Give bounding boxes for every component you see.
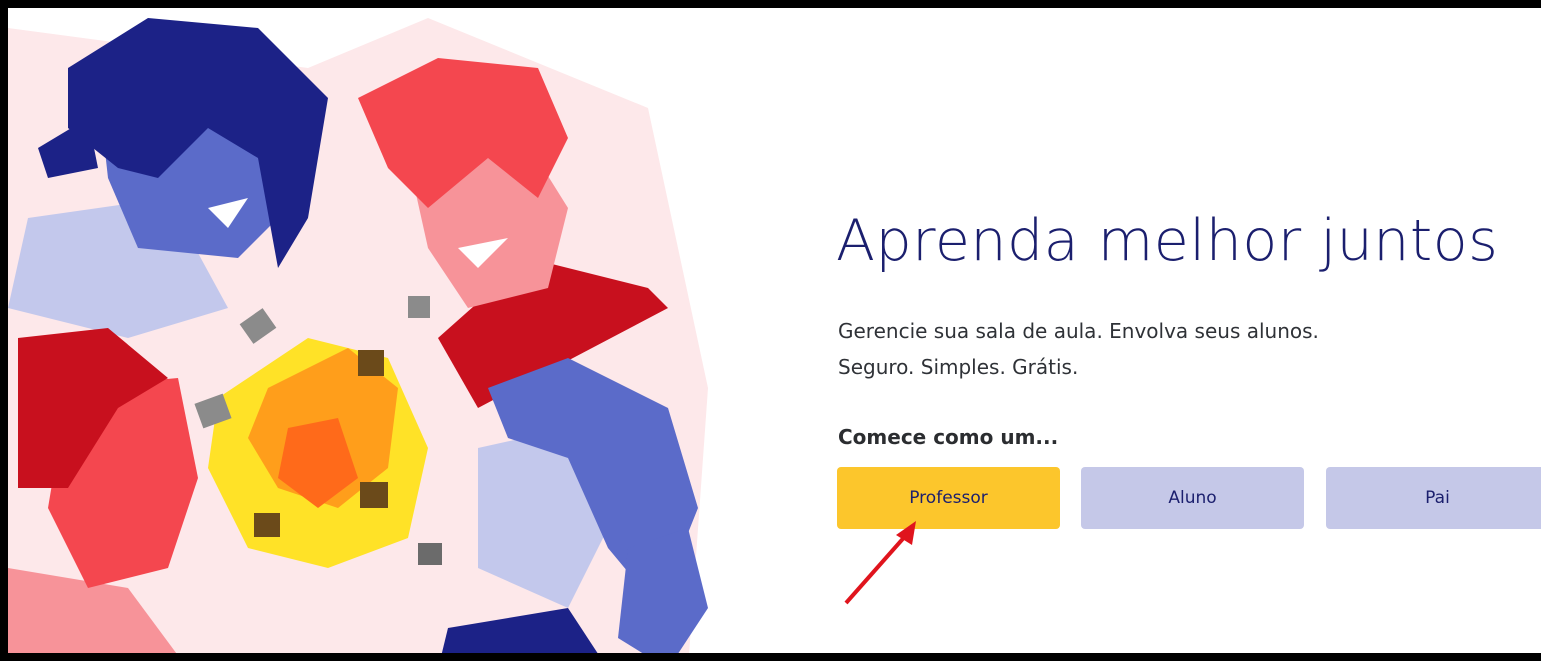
parent-button[interactable]: Pai — [1326, 467, 1541, 529]
page-title: Aprenda melhor juntos — [836, 208, 1499, 274]
tagline-line-1: Gerencie sua sala de aula. Envolva seus … — [838, 319, 1319, 343]
hero-illustration — [8, 18, 708, 653]
tagline-line-2: Seguro. Simples. Grátis. — [838, 355, 1079, 379]
page-frame: Aprenda melhor juntos Gerencie sua sala … — [0, 0, 1541, 661]
red-arrow-icon — [844, 521, 916, 605]
student-button[interactable]: Aluno — [1081, 467, 1304, 529]
start-as-label: Comece como um... — [838, 425, 1059, 449]
